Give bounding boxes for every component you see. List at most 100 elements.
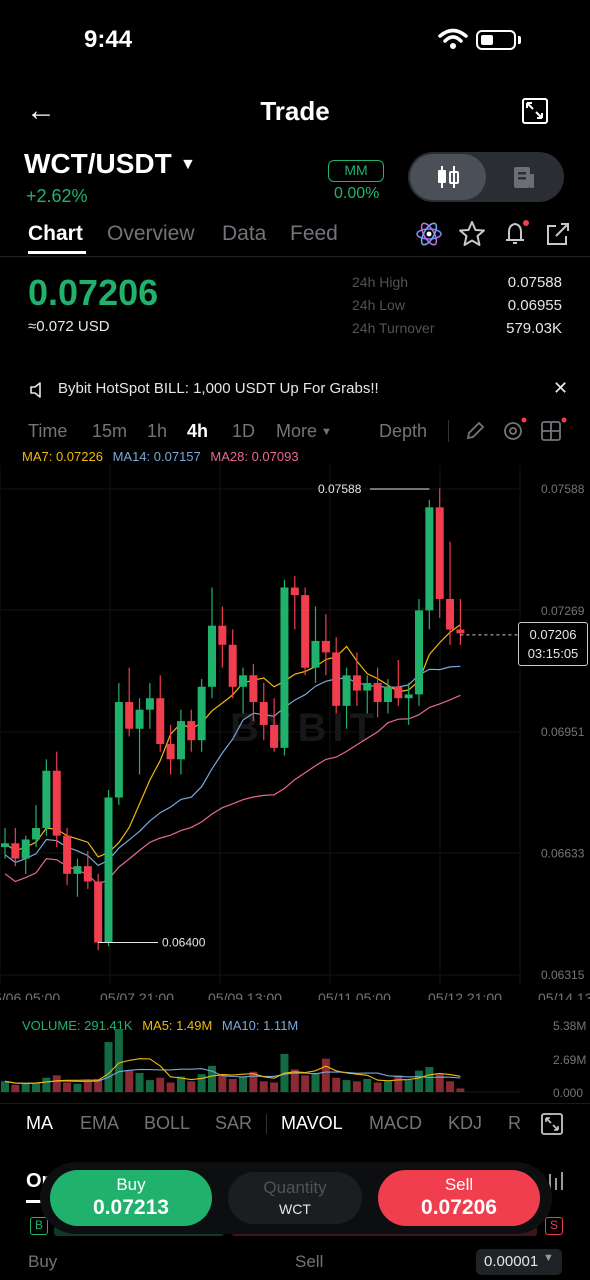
volume-bar: [42, 1077, 51, 1092]
timeframe-1d[interactable]: 1D: [232, 421, 255, 442]
volume-bar: [83, 1081, 92, 1092]
orderbook-sell-header: Sell: [295, 1252, 324, 1271]
indicator-expand-icon[interactable]: [540, 1112, 564, 1136]
buy-price: 0.07213: [93, 1196, 169, 1219]
candle-body: [394, 686, 403, 699]
indicator-kdj[interactable]: KDJ: [448, 1113, 482, 1134]
volume-bar: [425, 1067, 434, 1092]
chevron-down-icon[interactable]: ▼: [543, 1252, 554, 1264]
y-tick-label: 0.06315: [541, 968, 585, 982]
share-icon[interactable]: [544, 222, 572, 248]
more-caret-icon[interactable]: ▼: [321, 426, 332, 438]
indicator-more[interactable]: R: [508, 1113, 521, 1134]
indicator-macd[interactable]: MACD: [369, 1113, 422, 1134]
volume-bar: [239, 1076, 248, 1092]
sell-side-badge: S: [545, 1217, 563, 1235]
candle-body: [352, 675, 361, 691]
volume-bar: [404, 1080, 413, 1092]
candle-body: [446, 598, 455, 630]
volume-bar: [114, 1028, 123, 1092]
price-change-percent: +2.62%: [26, 186, 88, 206]
indicator-ema[interactable]: EMA: [80, 1113, 119, 1134]
volume-bar: [135, 1072, 144, 1092]
stat-label-low: 24h Low: [352, 297, 405, 313]
y-tick-label: 0.06633: [541, 847, 585, 861]
volume-bar: [259, 1081, 268, 1092]
volume-bar: [208, 1065, 216, 1092]
candle-body: [104, 797, 113, 943]
fullscreen-icon[interactable]: [522, 98, 548, 124]
orderbook-view-icon[interactable]: [510, 164, 538, 192]
stat-turnover: 579.03K: [506, 320, 562, 337]
usd-value: ≈0.072 USD: [28, 318, 110, 335]
volume-bar: [352, 1081, 361, 1092]
indicator-mavol[interactable]: MAVOL: [281, 1113, 343, 1134]
x-tick-label: 05/09 13:00: [208, 990, 282, 1000]
volume-bar: [270, 1082, 279, 1092]
battery-tip: [518, 36, 521, 44]
timeframe-time[interactable]: Time: [28, 421, 67, 442]
battery-icon: [476, 30, 516, 50]
candle-body: [383, 686, 392, 703]
volume-bar: [311, 1072, 320, 1092]
layout-grid-icon[interactable]: [540, 416, 570, 444]
timeframe-4h[interactable]: 4h: [187, 421, 208, 442]
sell-label: Sell: [444, 1175, 474, 1194]
volume-bar: [11, 1084, 20, 1092]
tab-overview[interactable]: Overview: [107, 222, 195, 246]
volume-bar: [394, 1075, 403, 1092]
volume-bar: [145, 1080, 154, 1092]
divider: [0, 256, 590, 257]
indicator-boll[interactable]: BOLL: [144, 1113, 190, 1134]
tab-feed[interactable]: Feed: [290, 222, 338, 246]
sell-button[interactable]: Sell 0.07206: [378, 1170, 540, 1226]
indicator-sar[interactable]: SAR: [215, 1113, 252, 1134]
timeframe-1h[interactable]: 1h: [147, 421, 167, 442]
indicator-settings-icon[interactable]: [500, 416, 530, 444]
high-marker-label: 0.07588: [318, 482, 362, 496]
page-title: Trade: [260, 96, 330, 126]
depth-tab[interactable]: Depth: [379, 421, 427, 442]
volume-bar: [228, 1078, 237, 1092]
candle-body: [32, 828, 41, 840]
candle-body: [21, 839, 30, 859]
pair-dropdown-icon[interactable]: ▼: [180, 156, 196, 174]
mm-badge[interactable]: MM: [328, 160, 384, 182]
volume-bar: [73, 1083, 82, 1092]
volume-bar: [166, 1082, 175, 1092]
candle-body: [363, 682, 372, 691]
indicator-ma[interactable]: MA: [26, 1113, 53, 1134]
last-price: 0.07206: [28, 272, 159, 313]
quantity-unit: WCT: [279, 1201, 311, 1217]
candlestick-chart[interactable]: 0.07588 0.07269 0.06951 0.06633 0.06315 5/06 …: [0, 460, 590, 1000]
announcement-text[interactable]: Bybit HotSpot BILL: 1,000 USDT Up For Gr…: [58, 380, 379, 397]
announcement-speaker-icon: [30, 382, 41, 398]
candle-body: [187, 721, 196, 741]
alert-bell-icon[interactable]: [502, 218, 532, 248]
candle-body: [311, 640, 320, 668]
volume-chart[interactable]: 5.38M 2.69M 0.000: [0, 1018, 590, 1102]
favorite-star-icon[interactable]: [458, 220, 486, 248]
ai-atom-icon[interactable]: [414, 220, 444, 248]
draw-pencil-icon[interactable]: [464, 420, 486, 442]
timeframe-15m[interactable]: 15m: [92, 421, 127, 442]
stat-label-turnover: 24h Turnover: [352, 320, 435, 336]
tab-chart[interactable]: Chart: [28, 222, 83, 246]
chart-view-toggle[interactable]: [410, 154, 486, 200]
quantity-input[interactable]: Quantity WCT: [228, 1172, 362, 1224]
candle-body: [166, 744, 175, 760]
timeframe-more[interactable]: More: [276, 421, 317, 442]
close-icon[interactable]: ✕: [553, 378, 568, 399]
stat-label-high: 24h High: [352, 274, 409, 290]
candle-body: [332, 652, 341, 706]
buy-button[interactable]: Buy 0.07213: [50, 1170, 212, 1226]
volume-bar: [456, 1088, 465, 1092]
candle-body: [114, 702, 123, 798]
tab-data[interactable]: Data: [222, 222, 266, 246]
orderbook-buy-header: Buy: [28, 1252, 58, 1271]
volume-y-tick: 0.000: [553, 1086, 583, 1100]
candle-body: [321, 640, 330, 653]
pair-symbol[interactable]: WCT/USDT: [24, 148, 172, 180]
mm-value: 0.00%: [334, 185, 380, 202]
ma28-line: [4, 694, 461, 886]
